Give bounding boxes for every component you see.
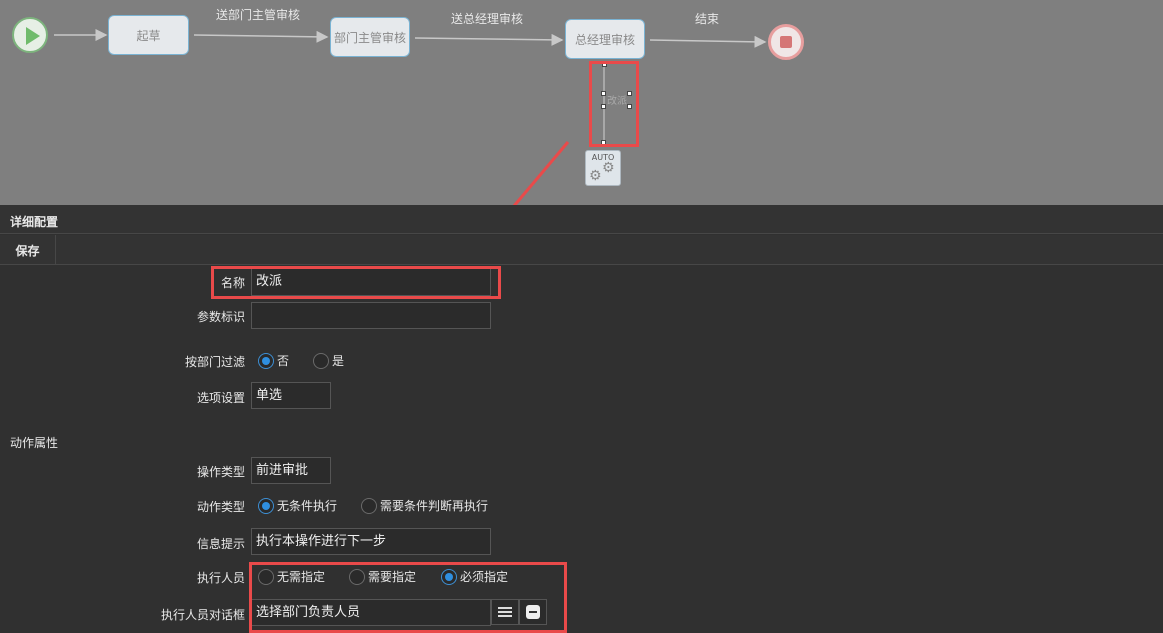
param-label: 参数标识: [196, 310, 245, 324]
list-icon: [498, 607, 512, 617]
radio-icon: [313, 352, 329, 369]
radio-icon: [349, 568, 365, 585]
option-setting-select[interactable]: 单选: [251, 382, 331, 409]
minus-icon: [526, 605, 540, 619]
radio-label: 无需指定: [277, 570, 326, 584]
play-icon: [26, 27, 40, 45]
gear-icon: ⚙: [602, 160, 615, 176]
panel-title: 详细配置: [10, 215, 59, 229]
auto-task-node[interactable]: AUTO ⚙ ⚙: [585, 150, 621, 186]
info-input[interactable]: 执行本操作进行下一步: [251, 528, 491, 555]
toolbar: 保存: [0, 235, 1163, 265]
action-type-conditional-radio[interactable]: 需要条件判断再执行: [361, 497, 488, 514]
radio-label: 否: [277, 354, 290, 368]
param-input[interactable]: [251, 302, 491, 329]
radio-label: 无条件执行: [277, 499, 338, 513]
list-button[interactable]: [491, 599, 519, 625]
info-label: 信息提示: [196, 537, 245, 551]
op-type-select[interactable]: 前进审批: [251, 457, 331, 484]
end-event[interactable]: [768, 24, 804, 60]
start-event[interactable]: [12, 17, 48, 53]
radio-selected-icon: [258, 497, 274, 514]
radio-icon: [361, 497, 377, 514]
remove-button[interactable]: [519, 599, 547, 625]
executor-label: 执行人员: [196, 571, 245, 585]
panel-header: 详细配置: [0, 205, 1163, 234]
action-section-title: 动作属性: [10, 436, 59, 450]
radio-label: 需要条件判断再执行: [380, 499, 489, 513]
callout-arrow: [512, 141, 570, 205]
name-label: 名称: [220, 276, 245, 290]
edge-to-dept: [193, 30, 329, 43]
op-type-label: 操作类型: [196, 465, 245, 479]
edge-label-to-gm: 送总经理审核: [451, 12, 524, 26]
radio-label: 是: [332, 354, 345, 368]
executor-optional-radio[interactable]: 需要指定: [349, 568, 416, 585]
gear-icon: ⚙: [589, 168, 602, 184]
node-draft[interactable]: 起草: [108, 15, 189, 55]
name-input[interactable]: 改派: [251, 268, 491, 296]
node-gm-review[interactable]: 总经理审核: [565, 19, 645, 59]
node-dept-review[interactable]: 部门主管审核: [330, 17, 410, 57]
selection-highlight: [589, 61, 639, 147]
action-type-unconditional-radio[interactable]: 无条件执行: [258, 497, 337, 514]
edge-to-gm: [414, 33, 564, 46]
option-setting-label: 选项设置: [196, 391, 245, 405]
edge-label-to-dept: 送部门主管审核: [216, 8, 301, 22]
dept-filter-no-radio[interactable]: 否: [258, 352, 289, 369]
radio-selected-icon: [441, 568, 457, 585]
executor-none-radio[interactable]: 无需指定: [258, 568, 325, 585]
edge-label-end: 结束: [695, 12, 720, 26]
save-button[interactable]: 保存: [0, 235, 56, 265]
dept-filter-yes-radio[interactable]: 是: [313, 352, 344, 369]
executor-dialog-label: 执行人员对话框: [160, 608, 245, 622]
edge-end: [649, 35, 767, 48]
workflow-canvas[interactable]: 起草 部门主管审核 总经理审核 送部门主管审核 送总经理审核 结束 改派 AUT…: [0, 0, 1163, 205]
dept-filter-label: 按部门过滤: [184, 355, 245, 369]
executor-required-radio[interactable]: 必须指定: [441, 568, 508, 585]
radio-icon: [258, 568, 274, 585]
radio-label: 需要指定: [368, 570, 417, 584]
radio-label: 必须指定: [460, 570, 509, 584]
radio-selected-icon: [258, 352, 274, 369]
stop-icon: [780, 36, 792, 48]
action-type-label: 动作类型: [196, 500, 245, 514]
executor-dialog-input[interactable]: 选择部门负责人员: [251, 599, 491, 626]
